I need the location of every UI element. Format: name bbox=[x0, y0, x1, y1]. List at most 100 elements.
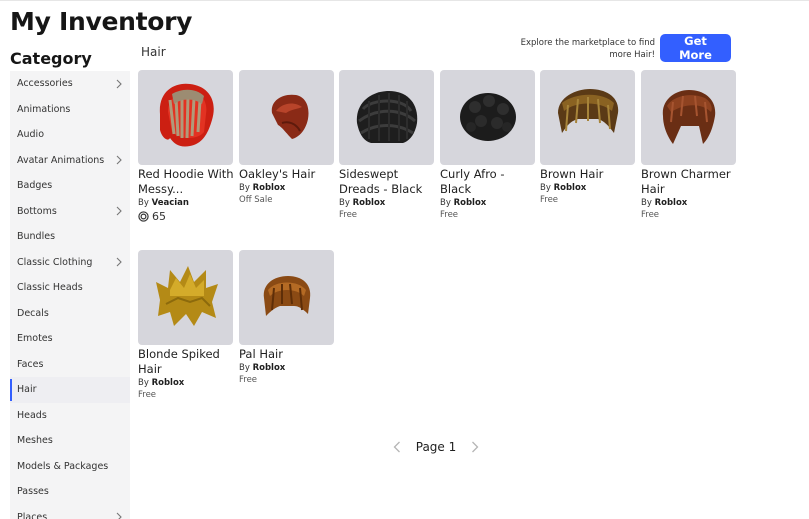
previous-page-button[interactable] bbox=[390, 438, 404, 456]
item-name[interactable]: Brown Charmer Hair bbox=[641, 167, 737, 197]
chevron-right-icon[interactable] bbox=[114, 71, 124, 97]
item-name[interactable]: Pal Hair bbox=[239, 347, 335, 362]
brown-hair-icon bbox=[557, 88, 618, 133]
sidebar-item-label: Places bbox=[17, 511, 48, 519]
item-price: Free bbox=[641, 210, 660, 220]
item-thumbnail[interactable] bbox=[440, 70, 535, 165]
creator-prefix: By bbox=[641, 198, 652, 208]
red-hoodie-hair-icon bbox=[159, 83, 214, 147]
item-price: Free bbox=[138, 390, 157, 400]
item-thumbnail[interactable] bbox=[138, 70, 233, 165]
sidebar-item-passes[interactable]: Passes bbox=[10, 479, 130, 505]
sidebar-item-animations[interactable]: Animations bbox=[10, 97, 130, 123]
sidebar-item-label: Bundles bbox=[17, 231, 56, 242]
creator-prefix: By bbox=[138, 198, 149, 208]
creator-name[interactable]: Roblox bbox=[152, 378, 185, 388]
next-page-button[interactable] bbox=[468, 438, 482, 456]
sidebar-item-meshes[interactable]: Meshes bbox=[10, 428, 130, 454]
creator-prefix: By bbox=[239, 363, 250, 373]
top-divider bbox=[0, 0, 809, 1]
sidebar-item-label: Badges bbox=[17, 180, 53, 191]
chevron-right-icon bbox=[472, 441, 479, 453]
item-card[interactable]: Sideswept Dreads - Black By Roblox Free bbox=[339, 70, 435, 221]
item-card[interactable]: Oakley's Hair By Roblox Off Sale bbox=[239, 70, 335, 206]
item-thumbnail[interactable] bbox=[641, 70, 736, 165]
robux-icon bbox=[138, 211, 149, 222]
red-hair-icon bbox=[271, 94, 308, 139]
item-price: 65 bbox=[138, 209, 234, 224]
sidebar-item-emotes[interactable]: Emotes bbox=[10, 326, 130, 352]
sidebar-item-label: Emotes bbox=[17, 333, 53, 344]
sidebar-item-label: Bottoms bbox=[17, 205, 57, 217]
item-price: Free bbox=[540, 195, 559, 205]
page-title: My Inventory bbox=[10, 7, 193, 36]
item-name[interactable]: Curly Afro - Black bbox=[440, 167, 536, 197]
marketplace-prompt-text: Explore the marketplace to find more Hai… bbox=[520, 38, 655, 60]
sidebar-item-hair[interactable]: Hair bbox=[10, 377, 130, 403]
creator-name[interactable]: Roblox bbox=[253, 183, 286, 193]
item-card[interactable]: Pal Hair By Roblox Free bbox=[239, 250, 335, 386]
sidebar-item-bottoms[interactable]: Bottoms bbox=[10, 199, 130, 225]
sidebar-item-badges[interactable]: Badges bbox=[10, 173, 130, 199]
item-creator: By Roblox bbox=[239, 182, 335, 194]
item-thumbnail[interactable] bbox=[339, 70, 434, 165]
item-name[interactable]: Brown Hair bbox=[540, 167, 636, 182]
sidebar-item-places[interactable]: Places bbox=[10, 505, 130, 519]
sidebar-item-classic-heads[interactable]: Classic Heads bbox=[10, 275, 130, 301]
item-name[interactable]: Blonde Spiked Hair bbox=[138, 347, 234, 377]
creator-name[interactable]: Veacian bbox=[152, 198, 189, 208]
chevron-left-icon bbox=[393, 441, 400, 453]
item-thumbnail[interactable] bbox=[540, 70, 635, 165]
item-price: Free bbox=[339, 210, 358, 220]
item-name[interactable]: Red Hoodie With Messy... bbox=[138, 167, 234, 197]
category-heading: Category bbox=[10, 49, 92, 68]
item-thumbnail[interactable] bbox=[239, 70, 334, 165]
blonde-spiked-hair-icon bbox=[155, 265, 218, 326]
item-thumbnail[interactable] bbox=[138, 250, 233, 345]
item-card[interactable]: Brown Hair By Roblox Free bbox=[540, 70, 636, 206]
item-card[interactable]: Curly Afro - Black By Roblox Free bbox=[440, 70, 536, 221]
creator-name[interactable]: Roblox bbox=[454, 198, 487, 208]
item-creator: By Roblox bbox=[138, 377, 234, 389]
creator-name[interactable]: Roblox bbox=[353, 198, 386, 208]
chevron-right-icon[interactable] bbox=[114, 199, 124, 225]
sidebar-item-label: Models & Packages bbox=[17, 460, 109, 472]
sidebar-item-label: Classic Clothing bbox=[17, 256, 93, 268]
creator-prefix: By bbox=[239, 183, 250, 193]
item-card[interactable]: Blonde Spiked Hair By Roblox Free bbox=[138, 250, 234, 401]
black-dreads-icon bbox=[356, 90, 417, 143]
item-price: Free bbox=[440, 210, 459, 220]
pal-hair-icon bbox=[263, 275, 310, 316]
pagination: Page 1 bbox=[390, 437, 482, 457]
creator-name[interactable]: Roblox bbox=[253, 363, 286, 373]
creator-name[interactable]: Roblox bbox=[655, 198, 688, 208]
item-name[interactable]: Sideswept Dreads - Black bbox=[339, 167, 435, 197]
creator-name[interactable]: Roblox bbox=[554, 183, 587, 193]
sidebar-item-faces[interactable]: Faces bbox=[10, 352, 130, 378]
item-price: Free bbox=[239, 375, 258, 385]
sidebar-item-audio[interactable]: Audio bbox=[10, 122, 130, 148]
creator-prefix: By bbox=[138, 378, 149, 388]
sidebar-item-accessories[interactable]: Accessories bbox=[10, 71, 130, 97]
chevron-right-icon[interactable] bbox=[114, 250, 124, 276]
sidebar-item-classic-clothing[interactable]: Classic Clothing bbox=[10, 250, 130, 276]
sidebar-item-avatar-animations[interactable]: Avatar Animations bbox=[10, 148, 130, 174]
item-price: Off Sale bbox=[239, 195, 273, 205]
item-creator: By Veacian bbox=[138, 197, 234, 209]
chevron-right-icon[interactable] bbox=[114, 148, 124, 174]
sidebar-item-label: Hair bbox=[17, 384, 37, 395]
chevron-right-icon[interactable] bbox=[114, 505, 124, 519]
item-creator: By Roblox bbox=[339, 197, 435, 209]
item-creator: By Roblox bbox=[641, 197, 737, 209]
sidebar-item-heads[interactable]: Heads bbox=[10, 403, 130, 429]
sidebar-item-bundles[interactable]: Bundles bbox=[10, 224, 130, 250]
item-card[interactable]: Red Hoodie With Messy... By Veacian 65 bbox=[138, 70, 234, 224]
get-more-button[interactable]: Get More bbox=[660, 34, 731, 62]
item-thumbnail[interactable] bbox=[239, 250, 334, 345]
sidebar-item-decals[interactable]: Decals bbox=[10, 301, 130, 327]
item-name[interactable]: Oakley's Hair bbox=[239, 167, 335, 182]
sidebar-item-label: Heads bbox=[17, 409, 47, 421]
sidebar-item-models-packages[interactable]: Models & Packages bbox=[10, 454, 130, 480]
item-card[interactable]: Brown Charmer Hair By Roblox Free bbox=[641, 70, 737, 221]
brown-charmer-hair-icon bbox=[662, 89, 715, 144]
